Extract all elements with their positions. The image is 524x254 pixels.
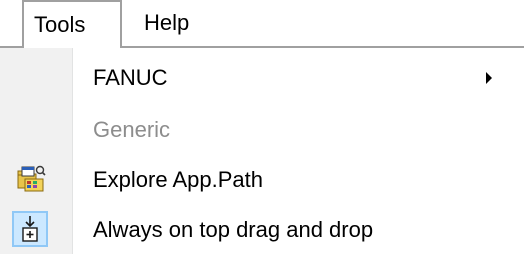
menu-tools[interactable]: Tools: [22, 0, 122, 48]
menu-item-generic-label: Generic: [93, 117, 171, 142]
menu-item-fanuc-label: FANUC: [93, 65, 168, 90]
menu-item-explore-app-path[interactable]: Explore App.Path: [0, 154, 524, 206]
menu-help[interactable]: Help: [138, 0, 218, 48]
menu-item-always-on-top-drag-drop[interactable]: Always on top drag and drop: [0, 204, 524, 254]
menu-item-explore-app-path-label: Explore App.Path: [93, 167, 264, 192]
menu-item-generic: Generic: [0, 104, 524, 156]
menu-tools-label: Tools: [34, 12, 86, 37]
folder-explore-icon: [17, 165, 46, 192]
menu-item-fanuc[interactable]: FANUC: [0, 52, 524, 104]
menu-help-label: Help: [144, 10, 190, 35]
drag-drop-icon: [22, 216, 38, 242]
app-window: Tools Help FANUC Generic Explore App.Pat…: [0, 0, 524, 254]
submenu-arrow-icon: [486, 72, 492, 84]
tools-dropdown-menu: FANUC Generic Explore App.Path Always on…: [0, 46, 524, 254]
menu-item-always-on-top-drag-drop-label: Always on top drag and drop: [93, 217, 374, 242]
menu-bar: Tools Help: [0, 0, 524, 48]
